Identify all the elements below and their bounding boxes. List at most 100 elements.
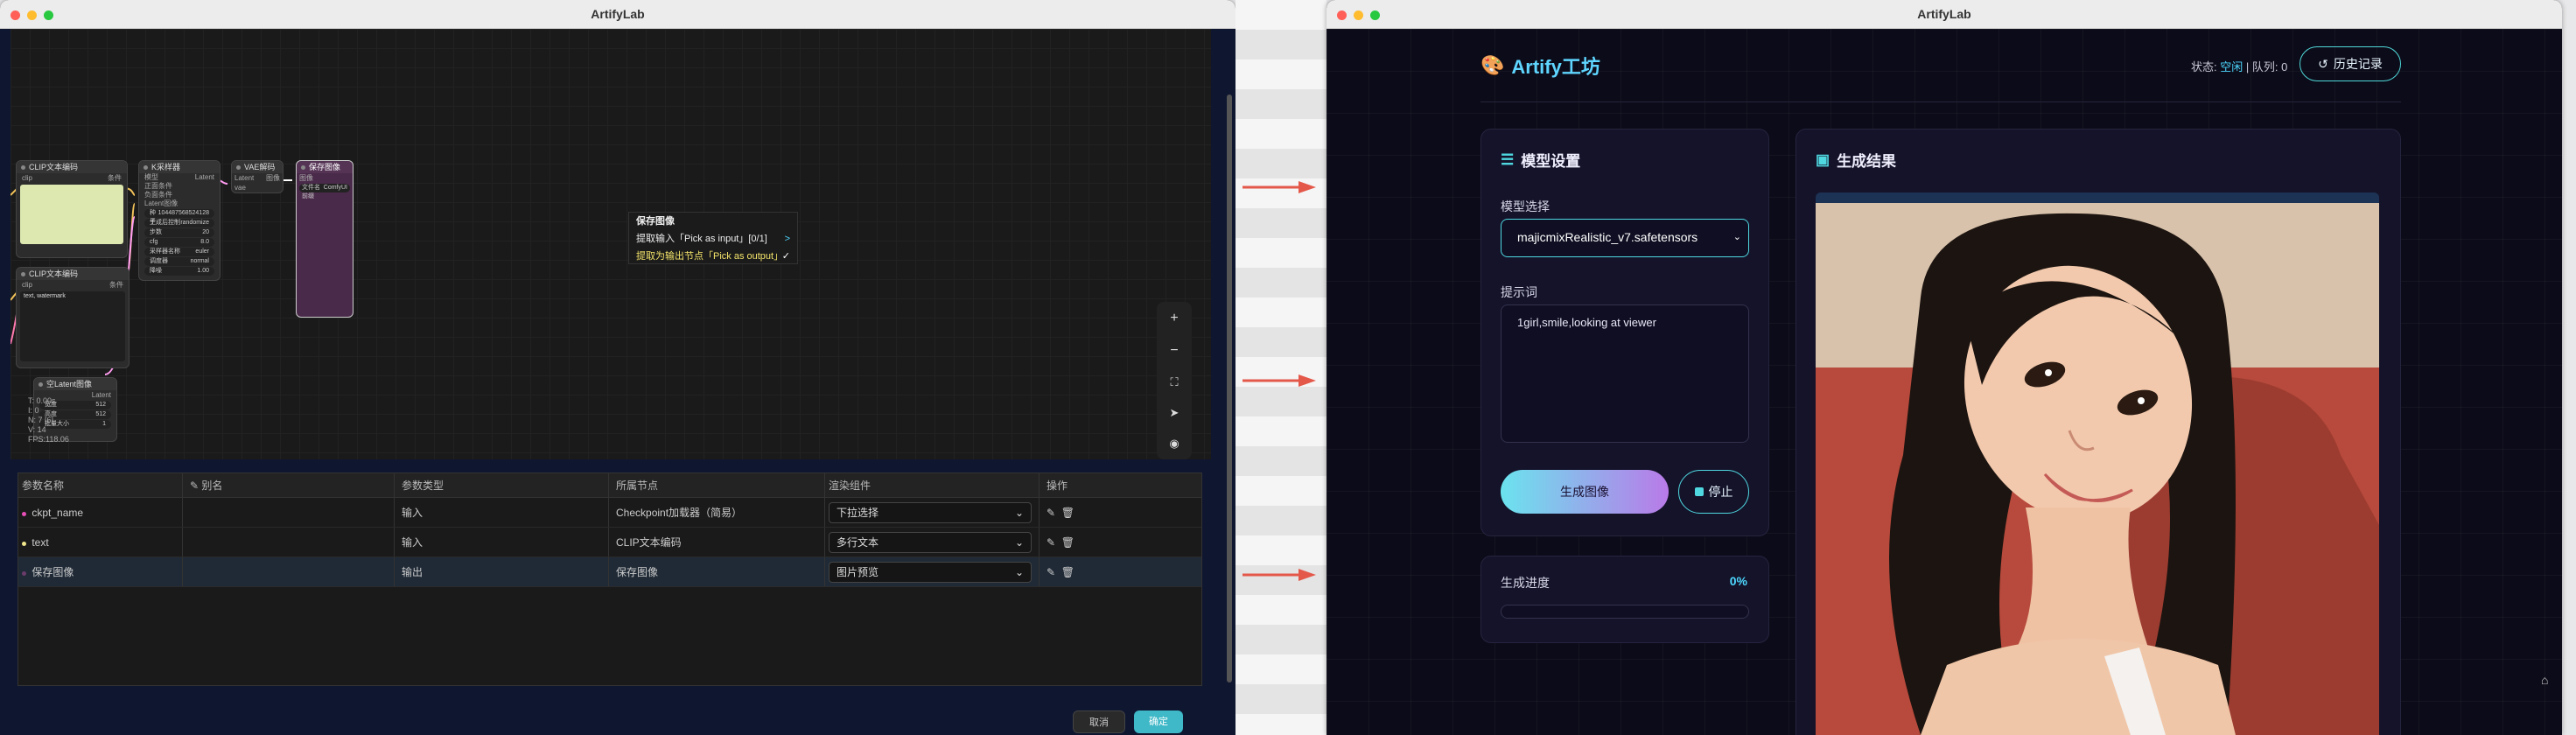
prompt-label: 提示词 xyxy=(1501,285,1537,299)
alias-header: ✎ 别名 xyxy=(183,473,395,497)
trash-icon[interactable]: 🗑 xyxy=(1061,566,1074,578)
negative-prompt-textarea[interactable]: text, watermark xyxy=(20,291,125,361)
stop-button[interactable]: 停止 xyxy=(1678,470,1749,514)
edit-icon[interactable]: ✎ xyxy=(1046,566,1055,578)
artify-app: 🎨 Artify工坊 状态: 空闲 | 队列: 0 ↺ 历史记录 ☰ 模型设置 模型… xyxy=(1326,29,2562,735)
widget-filename-prefix[interactable]: 文件名前缀 ComfyUI xyxy=(299,184,350,200)
history-button[interactable]: ↺ 历史记录 xyxy=(2300,46,2401,81)
arrow-icon xyxy=(1242,374,1316,387)
status-value: 空闲 xyxy=(2220,60,2244,74)
zoom-out-icon[interactable]: − xyxy=(1170,343,1178,359)
model-label: 模型选择 xyxy=(1501,200,1550,214)
node-canvas[interactable]: CLIP文本编码 clip 条件 K采样器 模型 Latent 正面条件 负面条件 … xyxy=(10,29,1211,459)
widget-control[interactable]: 生成后控制 randomize xyxy=(144,219,214,228)
zoom-window-button[interactable] xyxy=(44,10,53,20)
title-bar: ArtifyLab xyxy=(1326,0,2562,29)
widget-seed[interactable]: 种子 104487568524128 xyxy=(144,209,214,225)
trash-icon[interactable]: 🗑 xyxy=(1061,536,1074,549)
output-image: 图像 xyxy=(266,174,280,182)
prompt-textarea-highlighted[interactable] xyxy=(20,185,123,244)
edit-icon[interactable]: ✎ xyxy=(1046,507,1055,519)
table-row[interactable]: text 输入 CLIP文本编码 多行文本 ⌄ ✎ 🗑 xyxy=(18,528,1201,557)
confirm-button[interactable]: 确定 xyxy=(1134,710,1183,733)
close-window-button[interactable] xyxy=(1337,10,1347,20)
node-title: VAE解码 xyxy=(232,161,283,173)
vertical-scrollbar[interactable] xyxy=(1227,94,1232,682)
model-select[interactable]: majicmixRealistic_v7.safetensors ⌄ xyxy=(1501,219,1749,257)
alias-cell[interactable] xyxy=(183,557,395,586)
save-image-node[interactable]: 保存图像 图像 文件名前缀 ComfyUI xyxy=(296,160,354,318)
alias-cell[interactable] xyxy=(183,528,395,556)
chevron-down-icon: ⌄ xyxy=(1732,232,1741,242)
window-controls xyxy=(10,10,53,20)
input-model: 模型 xyxy=(144,173,158,181)
locate-icon[interactable]: ➤ xyxy=(1170,406,1180,420)
widget-cfg[interactable]: cfg 8.0 xyxy=(144,238,214,247)
menu-item-pick-output[interactable]: 提取为输出节点「Pick as output」 ✓ xyxy=(629,248,797,265)
edit-icon[interactable]: ✎ xyxy=(1046,536,1055,549)
image-icon: ▣ xyxy=(1816,150,1830,168)
title-bar: ArtifyLab xyxy=(0,0,1236,29)
widget-sampler[interactable]: 采样器名称 euler xyxy=(144,248,214,256)
output-cond: 条件 xyxy=(108,174,122,182)
chevron-down-icon: ⌄ xyxy=(1014,566,1024,578)
progress-value: 0% xyxy=(1729,574,1747,588)
table-row[interactable]: ckpt_name 输入 Checkpoint加载器（简易） 下拉选择 ⌄ ✎ 🗑 xyxy=(18,498,1201,528)
input-negative: 负面条件 xyxy=(144,191,172,199)
widget-scheduler[interactable]: 调度器 normal xyxy=(144,257,214,266)
queue-status: 状态: 空闲 | 队列: 0 xyxy=(2191,60,2288,74)
generate-button[interactable]: 生成图像 xyxy=(1501,470,1669,514)
prompt-textarea[interactable]: 1girl,smile,looking at viewer xyxy=(1501,304,1749,443)
chevron-down-icon: ⌄ xyxy=(1014,536,1024,549)
clip-text-node-negative[interactable]: CLIP文本编码 clip 条件 text, watermark xyxy=(16,267,130,368)
trash-icon[interactable]: 🗑 xyxy=(1061,507,1074,519)
artify-window: ArtifyLab 🎨 Artify工坊 状态: 空闲 | 队列: 0 ↺ 历史记… xyxy=(1326,0,2562,735)
minimize-window-button[interactable] xyxy=(1354,10,1363,20)
input-clip: clip xyxy=(22,281,33,289)
vae-decode-node[interactable]: VAE解码 Latent 图像 vae xyxy=(231,160,284,193)
params-table: 参数名称 ✎ 别名 参数类型 所属节点 渲染组件 操作 ckpt_name 输入… xyxy=(18,472,1202,686)
table-header: 参数名称 ✎ 别名 参数类型 所属节点 渲染组件 操作 xyxy=(18,473,1201,498)
comfy-window: ArtifyLab CLIP文本编码 clip 条件 K采样器 模型 Latent … xyxy=(0,0,1236,735)
alias-cell[interactable] xyxy=(183,498,395,527)
type-dot xyxy=(22,571,26,576)
menu-item-pick-input[interactable]: 提取输入「Pick as input」[0/1] > xyxy=(629,230,797,248)
progress-panel: 生成进度 0% xyxy=(1480,556,1769,643)
panel-title: ☰ 模型设置 xyxy=(1501,150,1581,171)
model-settings-panel: ☰ 模型设置 模型选择 majicmixRealistic_v7.safetens… xyxy=(1480,129,1769,536)
fit-view-icon[interactable]: ⛶ xyxy=(1170,375,1178,389)
input-positive: 正面条件 xyxy=(144,182,172,190)
cancel-button[interactable]: 取消 xyxy=(1073,710,1125,733)
progress-label: 生成进度 xyxy=(1501,576,1550,590)
ksampler-node[interactable]: K采样器 模型 Latent 正面条件 负面条件 Latent图像 种子 10448… xyxy=(138,160,220,281)
progress-bar xyxy=(1501,605,1749,619)
type-dot xyxy=(22,512,26,516)
home-icon[interactable]: ⌂ xyxy=(2541,673,2548,687)
zoom-window-button[interactable] xyxy=(1370,10,1380,20)
output-latent: Latent xyxy=(91,391,111,399)
arrow-icon xyxy=(1242,181,1316,193)
result-panel: ▣ 生成结果 xyxy=(1796,129,2401,735)
canvas-stats: T: 0.00s I: 0 N: 7 [6] V: 14 FPS:118.06 xyxy=(28,396,69,444)
window-controls xyxy=(1337,10,1380,20)
close-window-button[interactable] xyxy=(10,10,20,20)
window-title: ArtifyLab xyxy=(1917,7,1971,21)
widget-select[interactable]: 多行文本 ⌄ xyxy=(829,532,1032,553)
minimize-window-button[interactable] xyxy=(27,10,37,20)
clip-text-node-positive[interactable]: CLIP文本编码 clip 条件 xyxy=(16,160,128,258)
widget-select[interactable]: 下拉选择 ⌄ xyxy=(829,502,1032,523)
widget-select[interactable]: 图片预览 ⌄ xyxy=(829,562,1032,583)
stop-icon xyxy=(1694,487,1704,496)
output-latent: Latent xyxy=(194,173,214,181)
history-icon: ↺ xyxy=(2318,56,2328,71)
window-title: ArtifyLab xyxy=(591,7,645,21)
type-dot xyxy=(22,542,26,546)
zoom-in-icon[interactable]: + xyxy=(1170,311,1178,326)
widget-steps[interactable]: 步数 20 xyxy=(144,228,214,237)
node-title: 保存图像 xyxy=(297,161,353,173)
eye-icon[interactable]: ◉ xyxy=(1169,437,1179,451)
generated-image[interactable] xyxy=(1816,192,2379,735)
edit-icon: ✎ xyxy=(190,480,202,492)
widget-denoise[interactable]: 降噪 1.00 xyxy=(144,267,214,276)
table-row[interactable]: 保存图像 输出 保存图像 图片预览 ⌄ ✎ 🗑 xyxy=(18,557,1201,587)
